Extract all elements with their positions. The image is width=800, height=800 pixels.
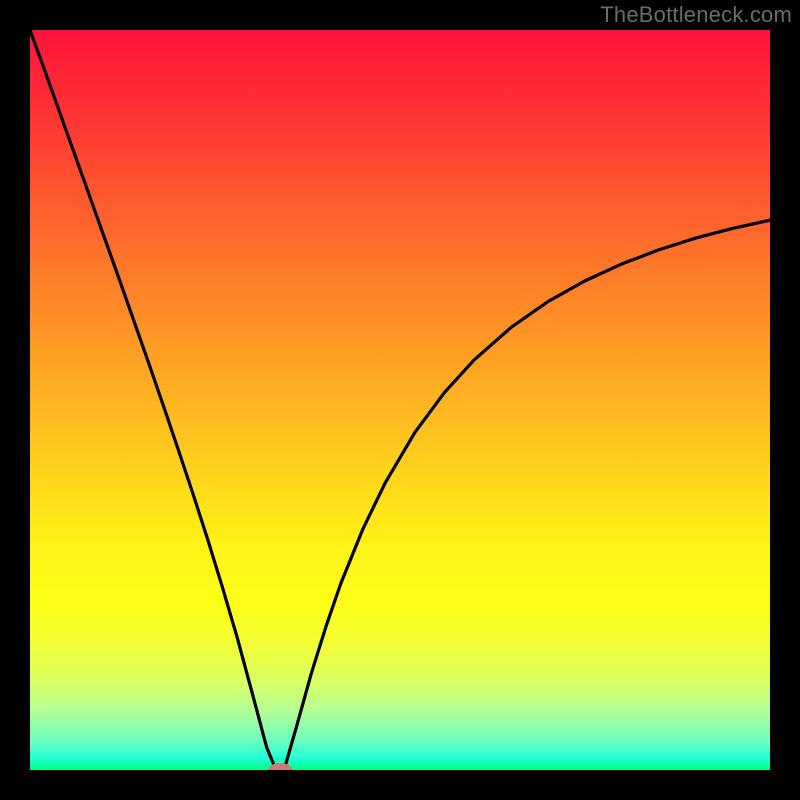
chart-container bbox=[30, 30, 770, 770]
gradient-background bbox=[30, 30, 770, 770]
bottleneck-chart bbox=[30, 30, 770, 770]
watermark-text: TheBottleneck.com bbox=[600, 2, 792, 28]
